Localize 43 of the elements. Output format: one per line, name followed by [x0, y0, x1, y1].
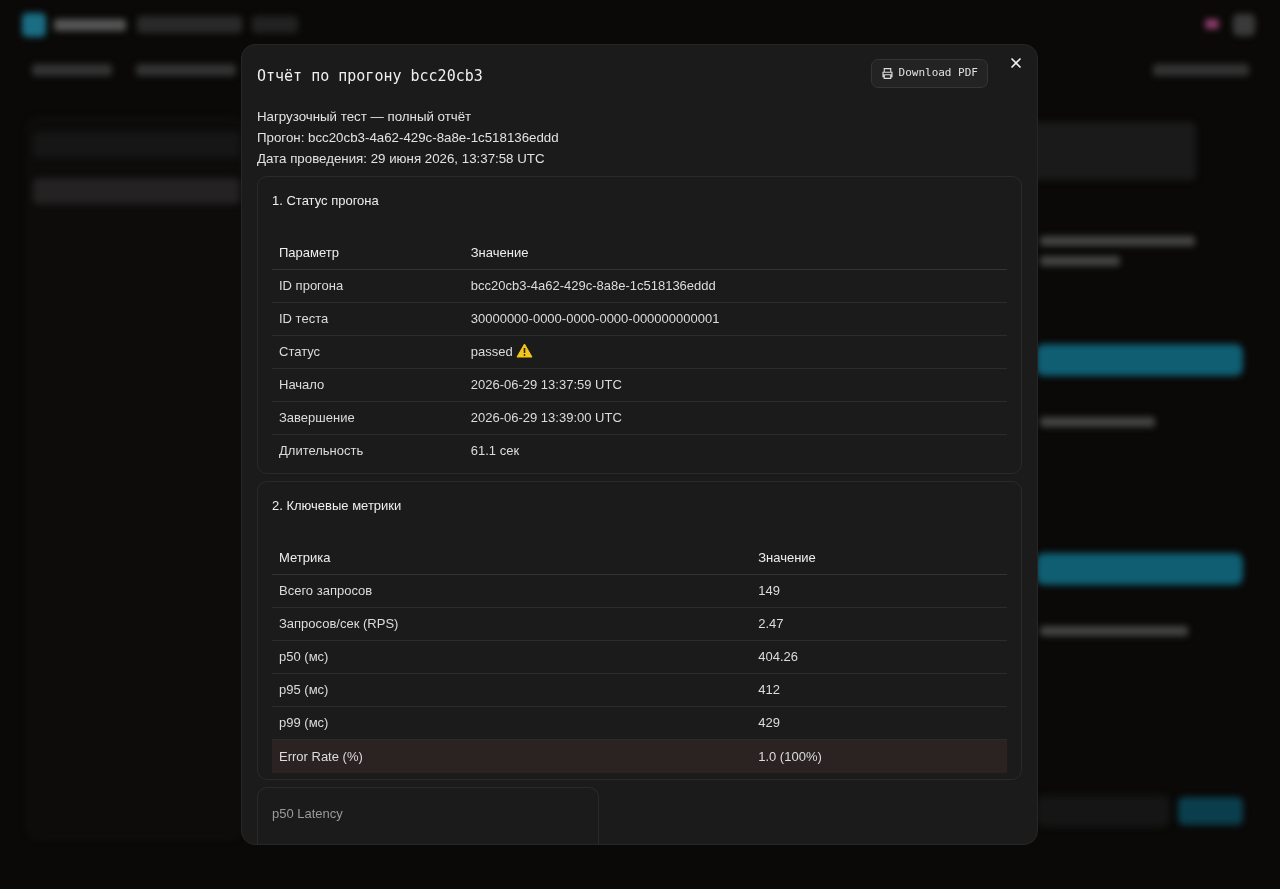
table-cell: 404.26 — [757, 640, 1007, 674]
table-cell: Запросов/сек (RPS) — [272, 607, 758, 641]
chart-title: p50 Latency — [272, 804, 344, 823]
column-header: Значение — [470, 244, 529, 260]
download-pdf-button[interactable]: Download PDF — [870, 59, 988, 88]
table-cell: p99 (мс) — [272, 706, 758, 740]
printer-icon — [880, 66, 894, 80]
blurred-label — [54, 19, 126, 31]
table-cell: Error Rate (%) — [272, 739, 758, 773]
blurred-flag-icon — [1205, 19, 1219, 29]
table-cell: Статус — [272, 335, 470, 368]
table-cell: bcc20cb3-4a62-429c-8a8e-1c518136eddd — [469, 269, 1007, 302]
modal-title: Отчёт по прогону bcc20cb3 — [257, 66, 484, 87]
table-cell: 149 — [757, 574, 1007, 608]
table-cell: ID теста — [272, 302, 470, 335]
table-cell: Начало — [272, 368, 470, 401]
blurred-tag — [252, 16, 298, 33]
table-cell: 2026-06-29 13:37:59 UTC — [469, 368, 1007, 401]
table-cell: Завершение — [272, 401, 470, 434]
table-cell: 30000000-0000-0000-0000-000000000001 — [469, 302, 1007, 335]
summary-line: Нагрузочный тест — полный отчёт — [257, 107, 473, 126]
table-cell: p95 (мс) — [272, 673, 758, 707]
app-logo — [22, 13, 46, 37]
table-cell: passed — [469, 335, 1007, 368]
close-icon[interactable] — [1010, 57, 1022, 69]
table-cell: 412 — [757, 673, 1007, 707]
table-cell: p50 (мс) — [272, 640, 758, 674]
blurred-avatar — [1233, 14, 1255, 36]
section-title: 2. Ключевые метрики — [272, 497, 403, 515]
table-cell: 2.47 — [757, 607, 1007, 641]
summary-line: Дата проведения: 29 июня 2026, 13:37:58 UTC — [257, 149, 546, 168]
summary-line: Прогон: bcc20cb3-4a62-429c-8a8e-1c518136eddd — [257, 128, 560, 147]
table-cell: 1.0 (100%) — [757, 739, 1007, 773]
section-title: 1. Статус прогона — [272, 191, 380, 210]
column-header: Параметр — [279, 244, 339, 260]
table-cell: Всего запросов — [272, 574, 758, 608]
table-cell: ID прогона — [272, 269, 470, 302]
table-cell: 2026-06-29 13:39:00 UTC — [469, 401, 1007, 434]
column-header: Метрика — [279, 550, 331, 565]
table-cell: 429 — [757, 706, 1007, 740]
table-cell: 61.1 сек — [469, 434, 1007, 467]
table-cell: Длительность — [272, 434, 470, 467]
column-header: Значение — [758, 550, 816, 565]
